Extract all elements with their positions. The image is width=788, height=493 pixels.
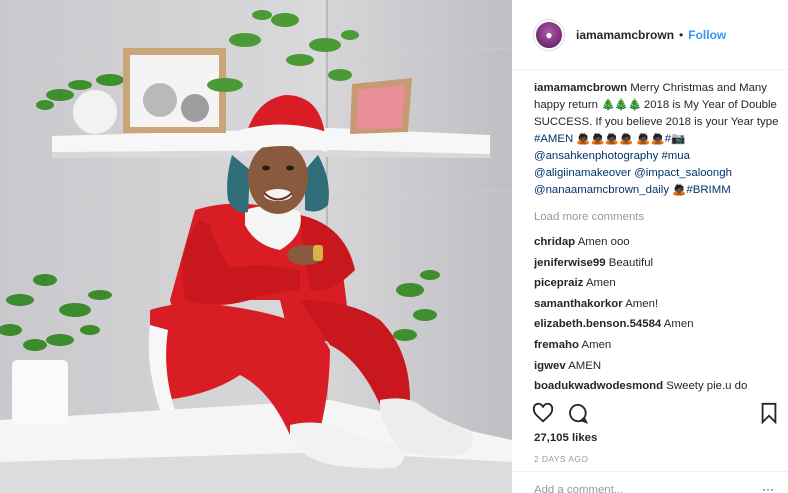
follow-separator: • [679,27,684,42]
comment-username[interactable]: picepraiz [534,277,583,289]
comment-item: igwev AMEN [534,356,782,377]
comment-username[interactable]: chridap [534,236,575,248]
hashtag-brimm[interactable]: #BRIMM [686,184,730,196]
post-photo[interactable] [0,0,512,493]
more-options-icon[interactable]: ··· [762,482,774,493]
post-photo-illustration [0,0,512,493]
comment-text: Amen [585,277,616,290]
hashtag-camera[interactable]: #📷 [665,133,686,145]
comment-text: Sweety pie.u do [666,380,748,393]
person-emoji-icon: 🙇🏿🙇🏿🙇🏿🙇🏿 [576,133,634,145]
comment-username[interactable]: samanthakorkor [534,298,623,310]
comment-username[interactable]: fremaho [534,339,579,351]
post-actions [532,402,782,425]
avatar-glyph: ● [545,27,553,42]
comment-item: jeniferwise99 Beautiful [534,253,782,274]
comment-bubble-icon[interactable] [567,402,589,424]
comment-text: Amen [663,318,694,331]
post-sidebar: ● iamamamcbrown • Follow iamamamcbrown M… [512,0,788,493]
hashtag-amen[interactable]: #AMEN [534,133,573,145]
post-header: ● iamamamcbrown • Follow [512,0,788,70]
comment-text: Amen [581,338,612,351]
hashtag-mua[interactable]: #mua [661,150,690,162]
comment-text: AMEN [568,359,602,372]
heart-icon[interactable] [532,402,554,424]
mention-photographer[interactable]: @ansahkenphotography [534,150,658,162]
profile-avatar-icon[interactable]: ● [534,19,564,50]
comment-username[interactable]: elizabeth.benson.54584 [534,318,661,330]
add-comment-input[interactable]: Add a comment... [534,484,623,493]
caption-username[interactable]: iamamamcbrown [534,82,627,94]
mention-salon[interactable]: @impact_saloongh [634,167,732,179]
post-caption: iamamamcbrown Merry Christmas and Many h… [534,80,782,199]
post-username[interactable]: iamamamcbrown [576,28,674,42]
follow-button[interactable]: Follow [688,28,726,42]
comment-item: samanthakorkor Amen! [534,294,782,315]
load-more-comments[interactable]: Load more comments [534,209,782,226]
mention-daily[interactable]: @nanaamamcbrown_daily [534,184,669,196]
add-comment-bar: Add a comment... ··· [512,471,788,493]
post-timestamp: 2 DAYS AGO [534,454,589,464]
mention-makeover[interactable]: @aligiinamakeover [534,167,631,179]
comment-item: picepraiz Amen [534,273,782,294]
tree-emoji-icon: 🎄🎄🎄 [601,99,642,111]
comment-text: Amen! [625,297,659,310]
comment-text: Beautiful [608,256,654,269]
comment-username[interactable]: jeniferwise99 [534,257,606,269]
comment-item: elizabeth.benson.54584 Amen [534,314,782,335]
comment-username[interactable]: igwev [534,360,566,372]
comment-item: chridap Amen ooo [534,232,782,253]
comment-item: boadukwadwodesmond Sweety pie.u do [534,376,782,397]
comment-username[interactable]: boadukwadwodesmond [534,380,663,392]
person-emoji-icon-2: 🙇🏿🙇🏿 [636,133,665,145]
bookmark-icon[interactable] [758,402,780,425]
likes-count[interactable]: 27,105 likes [534,432,597,444]
comment-text: Amen ooo [577,236,630,248]
comments-list: iamamamcbrown Merry Christmas and Many h… [534,80,782,397]
comment-item: fremaho Amen [534,335,782,356]
person-emoji-icon-3: 🙇🏿 [672,184,687,196]
